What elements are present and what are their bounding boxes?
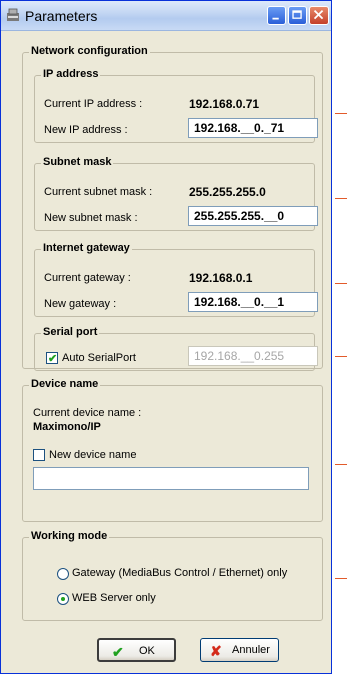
new-subnet-input[interactable]: 255.255.255.__0 (188, 206, 318, 226)
auto-serialport-label[interactable]: Auto SerialPort (62, 352, 136, 364)
current-device-name-value: Maximono/IP (33, 421, 101, 433)
new-device-name-label[interactable]: New device name (49, 449, 136, 461)
maximize-icon (292, 10, 302, 19)
new-ip-label: New IP address : (44, 124, 128, 136)
current-gateway-label: Current gateway : (44, 272, 131, 284)
radio-selected-dot (61, 597, 65, 601)
new-ip-input[interactable]: 192.168.__0._71 (188, 118, 318, 138)
cross-icon: ✘ (210, 643, 222, 659)
subnet-mask-legend: Subnet mask (41, 156, 114, 168)
current-ip-label: Current IP address : (44, 98, 143, 110)
app-icon (7, 8, 19, 21)
close-button[interactable] (309, 6, 329, 25)
internet-gateway-group: Internet gateway Current gateway : 192.1… (34, 242, 318, 317)
minimize-button[interactable] (267, 6, 286, 25)
callout-line-subnet (335, 198, 347, 199)
new-subnet-label: New subnet mask : (44, 212, 138, 224)
working-mode-legend: Working mode (29, 530, 110, 542)
device-name-legend: Device name (29, 378, 101, 390)
cancel-button-label: Annuler (232, 644, 270, 656)
parameters-window: Parameters Network configuration IP addr… (0, 0, 332, 674)
checkmark-icon: ✔ (112, 644, 124, 660)
callout-line-mode (335, 578, 347, 579)
ok-button-label: OK (139, 645, 155, 657)
new-device-name-checkbox[interactable] (33, 449, 45, 461)
network-configuration-legend: Network configuration (29, 45, 150, 57)
current-gateway-value: 192.168.0.1 (189, 271, 253, 285)
current-device-name-label: Current device name : (33, 407, 142, 419)
maximize-button[interactable] (288, 6, 307, 25)
internet-gateway-legend: Internet gateway (41, 242, 132, 254)
title-bar[interactable]: Parameters (1, 1, 331, 31)
ip-address-legend: IP address (41, 68, 101, 80)
network-configuration-group: Network configuration IP address Current… (22, 45, 323, 371)
window-title: Parameters (25, 8, 98, 24)
device-name-group: Device name Current device name : Maximo… (22, 378, 323, 522)
callout-line-serial (335, 356, 347, 357)
web-server-mode-label[interactable]: WEB Server only (72, 592, 156, 604)
current-subnet-label: Current subnet mask : (44, 186, 153, 198)
current-subnet-value: 255.255.255.0 (189, 185, 266, 199)
ip-address-group: IP address Current IP address : 192.168.… (34, 68, 318, 143)
current-ip-value: 192.168.0.71 (189, 97, 260, 111)
new-device-name-input[interactable] (33, 467, 309, 490)
working-mode-group: Working mode Gateway (MediaBus Control /… (22, 530, 323, 621)
serial-port-legend: Serial port (41, 326, 100, 338)
subnet-mask-group: Subnet mask Current subnet mask : 255.25… (34, 156, 318, 231)
new-gateway-label: New gateway : (44, 298, 117, 310)
callout-line-gateway (335, 283, 347, 284)
auto-serialport-checkbox[interactable]: ✔ (46, 352, 58, 365)
ok-button[interactable]: ✔ OK (97, 638, 176, 662)
minimize-icon (272, 17, 279, 20)
callout-line-ip (335, 113, 347, 114)
close-icon (313, 9, 324, 20)
new-gateway-input[interactable]: 192.168.__0.__1 (188, 292, 318, 312)
web-server-mode-radio[interactable] (57, 593, 69, 605)
gateway-mode-radio[interactable] (57, 568, 69, 580)
serial-port-input: 192.168.__0.255 (188, 346, 318, 366)
cancel-button[interactable]: ✘ Annuler (200, 638, 279, 662)
checkmark-icon: ✔ (48, 353, 58, 365)
serial-port-group: Serial port ✔ Auto SerialPort 192.168.__… (34, 326, 318, 371)
gateway-mode-label[interactable]: Gateway (MediaBus Control / Ethernet) on… (72, 567, 287, 579)
callout-line-device (335, 464, 347, 465)
